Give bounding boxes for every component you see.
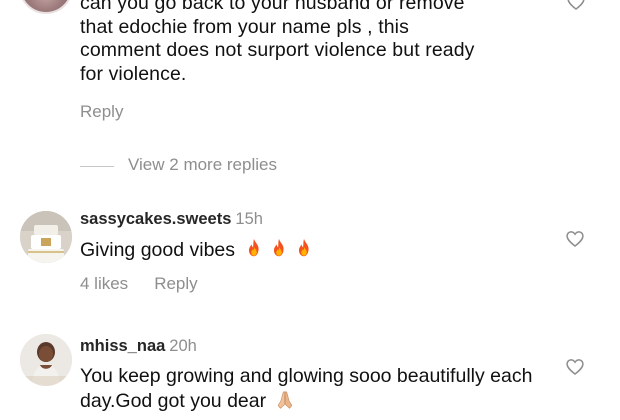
comment-meta: mhiss_naa 20h [80, 337, 197, 356]
cake-avatar-image [20, 211, 72, 263]
comment-actions: 4 likes Reply [80, 274, 198, 294]
avatar[interactable] [19, 0, 73, 14]
comment-text-row: Giving good vibes [80, 237, 315, 262]
fire-emoji [249, 238, 260, 257]
comment-meta: sassycakes.sweets 15h [80, 210, 263, 229]
comment-text: can you go back to your husband or remov… [80, 0, 475, 85]
avatar[interactable] [20, 334, 72, 386]
heart-outline-icon[interactable] [565, 357, 585, 377]
fire-emoji [274, 238, 285, 257]
comment-text: You keep growing and glowing sooo beauti… [80, 365, 533, 412]
reply-button[interactable]: Reply [154, 274, 197, 293]
heart-outline-icon[interactable] [565, 229, 585, 249]
likes-count[interactable]: 4 likes [80, 274, 128, 293]
username[interactable]: mhiss_naa [80, 337, 165, 355]
timestamp: 20h [169, 337, 197, 355]
view-more-replies-button[interactable]: View 2 more replies [128, 155, 277, 175]
heart-outline-icon[interactable] [566, 0, 586, 12]
person-avatar-image [20, 334, 72, 386]
username[interactable]: sassycakes.sweets [80, 210, 231, 228]
timestamp: 15h [235, 210, 263, 228]
view-replies-divider [80, 166, 114, 167]
comment-text-row: You keep growing and glowing sooo beauti… [80, 364, 560, 414]
reply-button[interactable]: Reply [80, 102, 123, 122]
fire-emoji [299, 238, 310, 257]
folded-hands-emoji [277, 391, 292, 409]
comment-text: Giving good vibes [80, 239, 236, 261]
avatar[interactable] [20, 211, 72, 263]
